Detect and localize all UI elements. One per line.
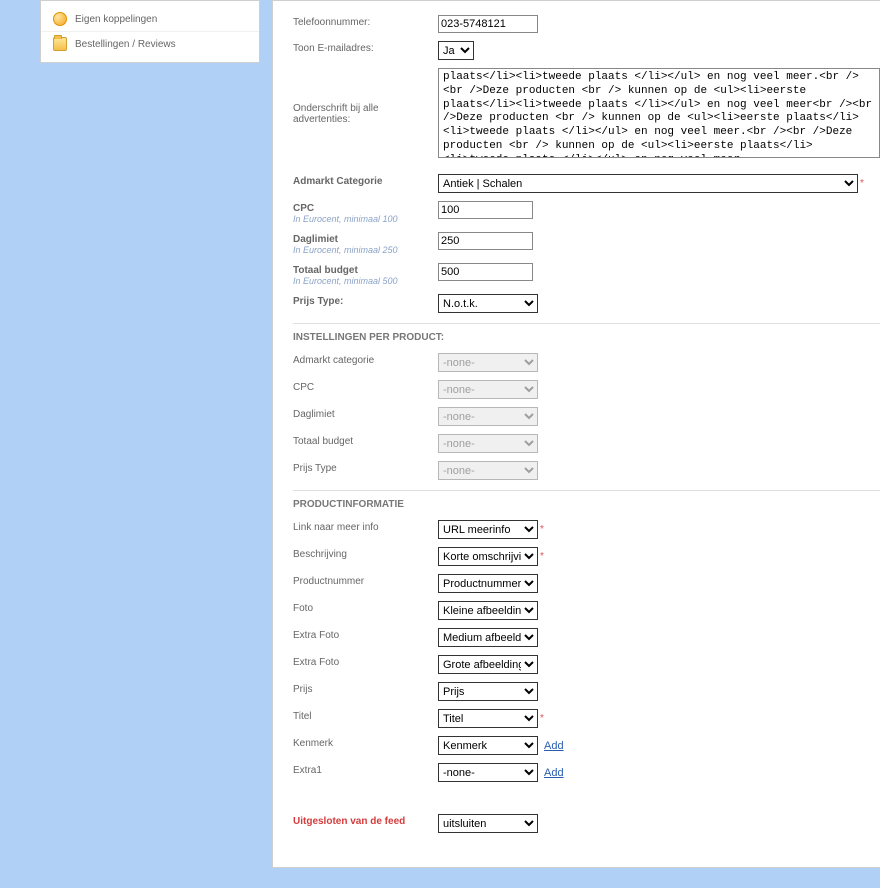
sidebar: Eigen koppelingen Bestellingen / Reviews <box>40 0 260 63</box>
ipp-cpc-select[interactable]: -none- <box>438 380 538 399</box>
sidebar-item-eigen-koppelingen[interactable]: Eigen koppelingen <box>41 7 259 32</box>
pi-kenmerk-select[interactable]: Kenmerk <box>438 736 538 755</box>
telefoon-input[interactable] <box>438 15 538 33</box>
totaal-input[interactable] <box>438 263 533 281</box>
label-prijstype: Prijs Type: <box>293 294 438 307</box>
sidebar-item-bestellingen-reviews[interactable]: Bestellingen / Reviews <box>41 32 259 56</box>
label-pi-extrafoto2: Extra Foto <box>293 655 438 668</box>
pi-titel-select[interactable]: Titel <box>438 709 538 728</box>
label-ipp-totaal: Totaal budget <box>293 434 438 447</box>
label-ipp-cpc: CPC <box>293 380 438 393</box>
label-pi-extrafoto1: Extra Foto <box>293 628 438 641</box>
pi-extrafoto2-select[interactable]: Grote afbeelding <box>438 655 538 674</box>
section-title-productinformatie: PRODUCTINFORMATIE <box>293 495 880 516</box>
sidebar-item-label: Eigen koppelingen <box>75 14 157 25</box>
add-kenmerk-link[interactable]: Add <box>544 740 564 752</box>
ipp-prijstype-select[interactable]: -none- <box>438 461 538 480</box>
required-mark: * <box>540 713 544 724</box>
label-pi-beschrijving: Beschrijving <box>293 547 438 560</box>
ipp-daglimiet-select[interactable]: -none- <box>438 407 538 426</box>
add-extra1-link[interactable]: Add <box>544 767 564 779</box>
label-ipp-daglimiet: Daglimiet <box>293 407 438 420</box>
ipp-categorie-select[interactable]: -none- <box>438 353 538 372</box>
pi-prijs-select[interactable]: Prijs <box>438 682 538 701</box>
pi-extrafoto1-select[interactable]: Medium afbeelding <box>438 628 538 647</box>
label-excluded: Uitgesloten van de feed <box>293 814 438 827</box>
globe-icon <box>53 12 67 26</box>
folder-icon <box>53 37 67 51</box>
daglimiet-input[interactable] <box>438 232 533 250</box>
onderschrift-textarea[interactable]: plaats</li><li>tweede plaats </li></ul> … <box>438 68 880 158</box>
label-pi-link: Link naar meer info <box>293 520 438 533</box>
label-pi-productnummer: Productnummer <box>293 574 438 587</box>
cpc-input[interactable] <box>438 201 533 219</box>
pi-link-select[interactable]: URL meerinfo <box>438 520 538 539</box>
label-telefoon: Telefoonnummer: <box>293 15 438 28</box>
label-categorie: Admarkt Categorie <box>293 174 438 187</box>
label-ipp-categorie: Admarkt categorie <box>293 353 438 366</box>
label-ipp-prijstype: Prijs Type <box>293 461 438 474</box>
prijstype-select[interactable]: N.o.t.k. <box>438 294 538 313</box>
required-mark: * <box>540 551 544 562</box>
label-totaal: Totaal budgetIn Eurocent, minimaal 500 <box>293 263 438 286</box>
pi-foto-select[interactable]: Kleine afbeelding <box>438 601 538 620</box>
categorie-select[interactable]: Antiek | Schalen <box>438 174 858 193</box>
label-pi-prijs: Prijs <box>293 682 438 695</box>
label-pi-kenmerk: Kenmerk <box>293 736 438 749</box>
section-title-instellingen: INSTELLINGEN PER PRODUCT: <box>293 328 880 349</box>
label-daglimiet: DaglimietIn Eurocent, minimaal 250 <box>293 232 438 255</box>
required-mark: * <box>540 524 544 535</box>
label-pi-extra1: Extra1 <box>293 763 438 776</box>
sidebar-item-label: Bestellingen / Reviews <box>75 39 176 50</box>
ipp-totaal-select[interactable]: -none- <box>438 434 538 453</box>
label-pi-foto: Foto <box>293 601 438 614</box>
pi-productnummer-select[interactable]: Productnummer <box>438 574 538 593</box>
excluded-select[interactable]: uitsluiten <box>438 814 538 833</box>
pi-beschrijving-select[interactable]: Korte omschrijving <box>438 547 538 566</box>
form-panel: Telefoonnummer: Toon E-mailadres: Ja Ond… <box>272 0 880 868</box>
toon-email-select[interactable]: Ja <box>438 41 474 60</box>
required-mark: * <box>860 178 864 189</box>
label-onderschrift: Onderschrift bij alle advertenties: <box>293 101 438 125</box>
pi-extra1-select[interactable]: -none- <box>438 763 538 782</box>
label-pi-titel: Titel <box>293 709 438 722</box>
label-cpc: CPCIn Eurocent, minimaal 100 <box>293 201 438 224</box>
label-toon-email: Toon E-mailadres: <box>293 41 438 54</box>
